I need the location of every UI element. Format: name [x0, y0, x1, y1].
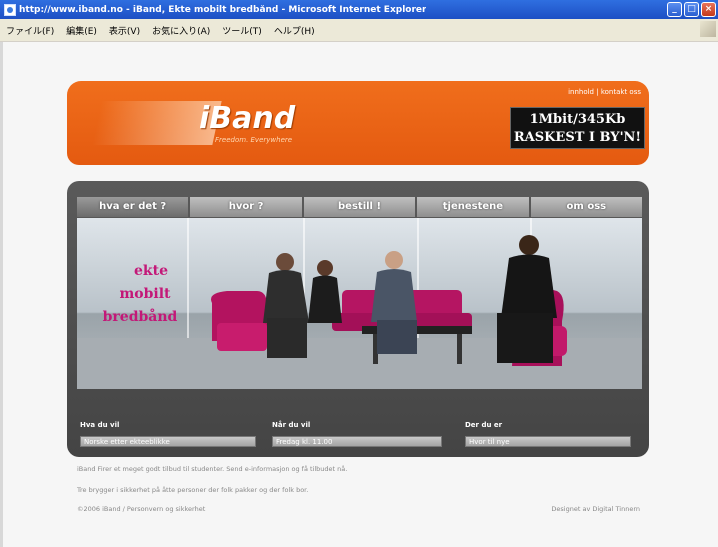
menu-tools[interactable]: ツール(T): [216, 24, 268, 37]
footer-copyright[interactable]: ©2006 iBand / Personvern og sikkerhet: [77, 505, 205, 513]
maximize-button[interactable]: □: [684, 2, 699, 17]
menu-file[interactable]: ファイル(F): [0, 24, 60, 37]
field-label-nar: Når du vil: [272, 421, 311, 429]
field-label-hva: Hva du vil: [80, 421, 120, 429]
field-hva-du-vil[interactable]: Norske etter ekteeblikke: [80, 436, 256, 447]
hero-photo: ekte mobilt bredbånd: [77, 218, 642, 389]
menu-view[interactable]: 表示(V): [103, 24, 146, 37]
brand-logo[interactable]: iBand: [199, 101, 295, 136]
promo-speed: 1Mbit/345Kb: [529, 112, 626, 127]
slogan-mobilt: mobilt: [119, 286, 171, 302]
footer-line-2: Tre brygger i sikkerhet på åtte personer…: [77, 486, 309, 494]
tab-tjenestene[interactable]: tjenestene: [417, 197, 529, 217]
menu-help[interactable]: ヘルプ(H): [268, 24, 321, 37]
slogan-bredband: bredbånd: [102, 309, 178, 325]
tab-om-oss[interactable]: om oss: [530, 197, 643, 217]
ie-icon: [4, 3, 16, 16]
window-controls: _ □ ×: [667, 2, 716, 17]
slogan-ekte: ekte: [134, 263, 168, 279]
hero-slogans: ekte mobilt bredbånd: [95, 260, 185, 329]
tab-hvor[interactable]: hvor ?: [190, 197, 302, 217]
brand-slogan: Freedom. Everywhere: [215, 136, 293, 144]
footer-credit[interactable]: Designet av Digital Tinnern: [551, 505, 640, 513]
field-nar-du-vil[interactable]: Fredag kl. 11.00: [272, 436, 442, 447]
window-title: http://www.iband.no - iBand, Ekte mobilt…: [19, 4, 427, 15]
link-innhold[interactable]: innhold: [568, 88, 594, 96]
minimize-button[interactable]: _: [667, 2, 682, 17]
tab-bestill[interactable]: bestill !: [303, 197, 416, 217]
link-separator: |: [596, 88, 599, 96]
promo-tagline: RASKEST I BY'N!: [513, 130, 642, 145]
window-titlebar: http://www.iband.no - iBand, Ekte mobilt…: [0, 0, 718, 19]
field-der-du-er[interactable]: Hvor til nye: [465, 436, 631, 447]
windows-logo-icon: [700, 21, 716, 37]
header-links: innhold | kontakt oss: [568, 88, 641, 96]
field-label-der: Der du er: [465, 421, 503, 429]
menu-favorites[interactable]: お気に入り(A): [146, 24, 216, 37]
site-header: iBand Freedom. Everywhere innhold | kont…: [67, 81, 649, 165]
speed-promo-badge[interactable]: 1Mbit/345Kb RASKEST I BY'N!: [510, 107, 645, 149]
menu-bar: ファイル(F) 編集(E) 表示(V) お気に入り(A) ツール(T) ヘルプ(…: [0, 19, 718, 42]
main-navigation: hva er det ? hvor ? bestill ! tjenestene…: [77, 197, 643, 217]
footer-line-1: iBand Firer et meget godt tilbud til stu…: [77, 465, 348, 473]
menu-edit[interactable]: 編集(E): [60, 24, 103, 37]
tab-hva-er-det[interactable]: hva er det ?: [77, 197, 189, 217]
link-kontakt[interactable]: kontakt oss: [601, 88, 641, 96]
close-button[interactable]: ×: [701, 2, 716, 17]
